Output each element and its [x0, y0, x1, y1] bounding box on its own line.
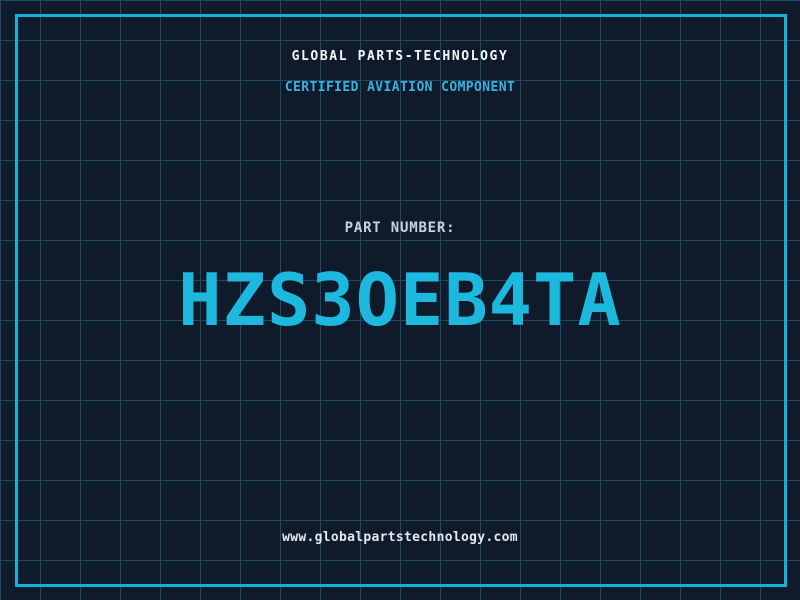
- part-number-label: PART NUMBER:: [344, 220, 456, 236]
- company-title: GLOBAL PARTS-TECHNOLOGY: [291, 49, 509, 64]
- part-number-value: HZS3OEB4TA: [178, 258, 622, 342]
- part-label-card: { "header": { "title": "GLOBAL PARTS-TEC…: [0, 0, 800, 600]
- certification-subtitle: CERTIFIED AVIATION COMPONENT: [284, 80, 516, 95]
- website-url: www.globalpartstechnology.com: [282, 530, 518, 545]
